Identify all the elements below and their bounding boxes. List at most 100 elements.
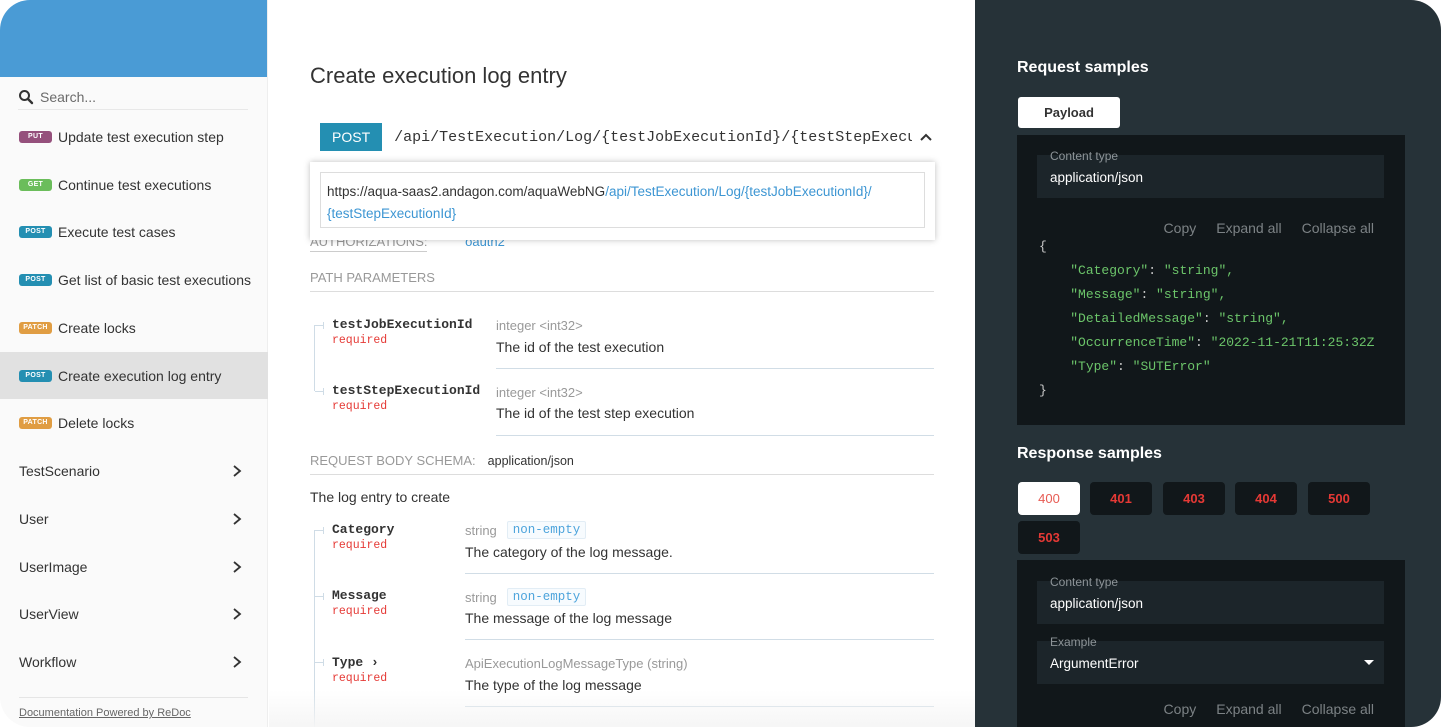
sidebar-item-label: Create locks	[58, 319, 136, 336]
param-description: The id of the test step execution	[496, 405, 695, 421]
redoc-link[interactable]: Documentation Powered by ReDoc	[19, 707, 191, 719]
param-name: testJobExecutionId	[332, 317, 473, 332]
method-badge-patch: PATCH	[19, 416, 52, 429]
param-type: integer <int32>	[496, 385, 583, 400]
sidebar: Search... PUT Update test execution step…	[0, 0, 268, 727]
sidebar-item-update-test-execution-step[interactable]: PUT Update test execution step	[0, 113, 268, 160]
response-content-type-select[interactable]: Content type application/json	[1037, 575, 1384, 624]
tree-tick	[315, 527, 324, 534]
field-divider	[465, 639, 934, 640]
copy-button[interactable]: Copy	[1164, 701, 1197, 717]
server-base: https://aqua-saas2.andagon.com/aquaWebNG	[327, 184, 606, 199]
field-type: string non-empty	[465, 588, 587, 606]
chevron-up-icon[interactable]	[920, 132, 932, 142]
chevron-right-icon	[233, 560, 242, 573]
json-line: "Category": "string",	[1070, 263, 1235, 278]
field-type: string non-empty	[465, 521, 587, 539]
request-body-content-type: application/json	[487, 454, 574, 468]
json-line: "DetailedMessage": "string",	[1070, 311, 1289, 326]
tab-status-500[interactable]: 500	[1308, 482, 1370, 515]
scroll-fade	[269, 690, 975, 727]
sidebar-item-label: Create execution log entry	[58, 367, 222, 384]
param-type: integer <int32>	[496, 318, 583, 333]
tab-status-503[interactable]: 503	[1018, 521, 1080, 554]
field-required: required	[332, 539, 388, 552]
param-type-text: integer <int32>	[496, 385, 583, 400]
method-badge-put: PUT	[19, 130, 52, 143]
sidebar-item-label: Delete locks	[58, 414, 135, 431]
field-divider	[465, 573, 934, 574]
sidebar-group-user[interactable]: User	[0, 495, 268, 542]
param-required: required	[332, 400, 388, 413]
json-brace-open: {	[1039, 239, 1047, 254]
request-body-label: REQUEST BODY SCHEMA:	[310, 453, 476, 468]
example-select[interactable]: Example ArgumentError	[1037, 635, 1384, 684]
endpoint-toggle[interactable]: POST /api/TestExecution/Log/{testJobExec…	[310, 121, 935, 153]
tree-tick	[315, 659, 324, 666]
response-samples-title: Response samples	[1017, 445, 1162, 462]
sidebar-item-create-execution-log-entry[interactable]: POST Create execution log entry	[0, 352, 268, 399]
server-url[interactable]: https://aqua-saas2.andagon.com/aquaWebNG…	[320, 172, 925, 228]
collapse-all-button[interactable]: Collapse all	[1302, 701, 1374, 717]
example-label: Example	[1050, 635, 1097, 649]
sidebar-group-testscenario[interactable]: TestScenario	[0, 447, 268, 494]
tab-status-404[interactable]: 404	[1235, 482, 1297, 515]
sidebar-item-continue-test-executions[interactable]: GET Continue test executions	[0, 161, 268, 208]
expand-all-button[interactable]: Expand all	[1216, 701, 1281, 717]
sidebar-group-label: TestScenario	[19, 462, 100, 479]
tab-status-401[interactable]: 401	[1090, 482, 1152, 515]
sidebar-group-workflow[interactable]: Workflow	[0, 638, 268, 685]
field-required: required	[332, 672, 388, 685]
method-badge-get: GET	[19, 178, 52, 191]
request-body-header: REQUEST BODY SCHEMA: application/json	[310, 453, 934, 475]
param-required: required	[332, 334, 388, 347]
tree-tick	[315, 388, 324, 395]
sidebar-item-label: Get list of basic test executions	[58, 271, 251, 288]
sidebar-group-userview[interactable]: UserView	[0, 590, 268, 637]
tree-tick	[315, 322, 324, 329]
tab-status-403[interactable]: 403	[1163, 482, 1225, 515]
param-type-text: integer <int32>	[496, 318, 583, 333]
field-description: The category of the log message.	[465, 544, 673, 560]
content-type-label: Content type	[1050, 575, 1119, 589]
method-badge-post: POST	[19, 369, 52, 382]
copy-button[interactable]: Copy	[1164, 220, 1197, 236]
param-divider	[496, 435, 934, 436]
request-sample-panel: Content type application/json Copy Expan…	[1017, 135, 1405, 425]
field-name-expandable[interactable]: Type ›	[332, 655, 379, 670]
sidebar-item-get-list-of-basic-test-executions[interactable]: POST Get list of basic test executions	[0, 256, 268, 303]
expand-all-button[interactable]: Expand all	[1216, 220, 1281, 236]
server-path-continued: {testStepExecutionId}	[327, 206, 457, 221]
page-title: Create execution log entry	[310, 63, 567, 88]
sidebar-group-userimage[interactable]: UserImage	[0, 543, 268, 590]
sidebar-item-label: Update test execution step	[58, 128, 224, 145]
tab-payload[interactable]: Payload	[1018, 97, 1120, 128]
response-sample-panel: Content type application/json Example Ar…	[1017, 560, 1405, 727]
example-value: ArgumentError	[1050, 656, 1139, 671]
field-description: The message of the log message	[465, 610, 673, 626]
json-brace-close: }	[1039, 383, 1047, 398]
field-name: Category	[332, 522, 395, 537]
request-samples-title: Request samples	[1017, 59, 1149, 76]
collapse-all-button[interactable]: Collapse all	[1302, 220, 1374, 236]
content-type-value: application/json	[1050, 170, 1144, 185]
method-badge-post: POST	[19, 273, 52, 286]
search-icon	[19, 89, 34, 104]
sidebar-item-create-locks[interactable]: PATCH Create locks	[0, 304, 268, 351]
param-name: testStepExecutionId	[332, 383, 481, 398]
code-actions: Copy Expand all Collapse all	[1164, 220, 1374, 236]
request-content-type-select[interactable]: Content type application/json	[1037, 149, 1384, 198]
search-input[interactable]: Search...	[18, 84, 248, 110]
server-url-popup: https://aqua-saas2.andagon.com/aquaWebNG…	[310, 162, 935, 240]
samples-panel: Request samples Payload Content type app…	[975, 0, 1441, 727]
field-type-text: string	[465, 522, 497, 538]
path-parameters-header: PATH PARAMETERS	[310, 270, 934, 292]
server-path: /api/TestExecution/Log/{testJobExecution…	[605, 184, 872, 199]
sidebar-item-execute-test-cases[interactable]: POST Execute test cases	[0, 208, 268, 255]
tab-status-400[interactable]: 400	[1018, 482, 1080, 515]
tree-tick	[315, 593, 324, 600]
sidebar-group-label: UserView	[19, 605, 79, 622]
json-line: "Type": "SUTError"	[1070, 359, 1211, 374]
request-body-description: The log entry to create	[310, 489, 451, 505]
sidebar-item-delete-locks[interactable]: PATCH Delete locks	[0, 399, 268, 446]
